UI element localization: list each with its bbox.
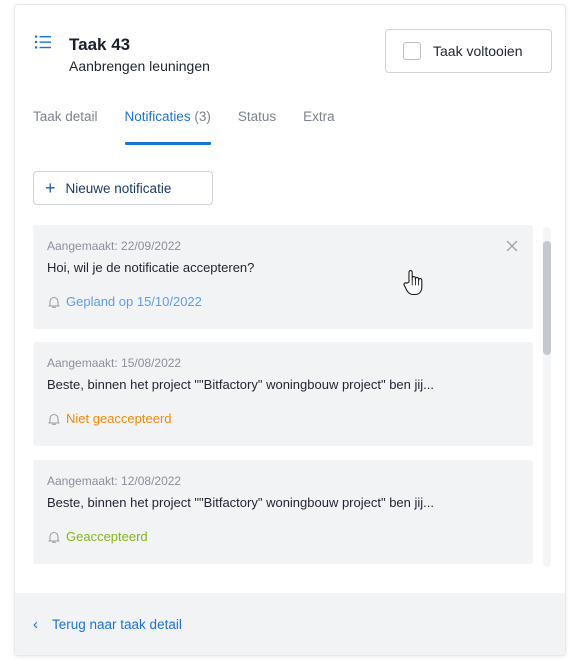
list-icon	[35, 35, 51, 49]
bell-icon	[47, 412, 61, 426]
notification-status: Gepland op 15/10/2022	[47, 294, 519, 309]
notification-message: Beste, binnen het project ""Bitfactory" …	[47, 377, 435, 392]
close-icon[interactable]	[505, 239, 519, 253]
plus-icon: +	[45, 178, 56, 198]
task-title: Taak 43	[69, 35, 131, 54]
notification-card[interactable]: Aangemaakt: 12/08/2022 Beste, binnen het…	[33, 460, 533, 564]
notification-card[interactable]: Aangemaakt: 22/09/2022 Hoi, wil je de no…	[33, 225, 533, 329]
notification-status-text: Niet geaccepteerd	[66, 411, 172, 426]
tab-label: Taak detail	[33, 109, 98, 124]
hand-pointer-icon	[402, 269, 424, 297]
bell-icon	[47, 530, 61, 544]
scrollbar[interactable]	[543, 227, 551, 567]
back-label: Terug naar taak detail	[52, 616, 182, 632]
notification-status: Niet geaccepteerd	[47, 411, 519, 426]
tab-bar: Taak detail Notificaties (3) Status Extr…	[33, 109, 362, 145]
tab-label: Notificaties	[124, 109, 191, 124]
notification-created: Aangemaakt: 15/08/2022	[47, 356, 182, 370]
new-notification-button[interactable]: + Nieuwe notificatie	[33, 171, 213, 205]
complete-task-checkbox[interactable]	[403, 42, 421, 60]
tab-status[interactable]: Status	[238, 109, 276, 141]
tab-extra[interactable]: Extra	[303, 109, 335, 141]
task-header: Taak 43 Aanbrengen leuningen Taak voltoo…	[15, 5, 565, 95]
task-subtitle: Aanbrengen leuningen	[69, 58, 210, 74]
tab-notifications[interactable]: Notificaties (3)	[124, 109, 212, 145]
notification-message: Hoi, wil je de notificatie accepteren?	[47, 260, 255, 275]
complete-task-button[interactable]: Taak voltooien	[385, 29, 552, 73]
notification-message: Beste, binnen het project ""Bitfactory" …	[47, 495, 435, 510]
notification-created: Aangemaakt: 22/09/2022	[47, 239, 182, 253]
tab-label: Status	[237, 109, 277, 124]
notification-card[interactable]: Aangemaakt: 15/08/2022 Beste, binnen het…	[33, 342, 533, 446]
notification-created: Aangemaakt: 12/08/2022	[47, 474, 182, 488]
tab-task-detail[interactable]: Taak detail	[33, 109, 98, 141]
notification-status: Geaccepteerd	[47, 529, 519, 544]
bell-icon	[47, 295, 61, 309]
scrollbar-thumb[interactable]	[543, 241, 551, 355]
complete-task-label: Taak voltooien	[433, 43, 523, 59]
new-notification-label: Nieuwe notificatie	[65, 180, 172, 196]
back-to-task-detail-button[interactable]: ‹ Terug naar taak detail	[15, 593, 565, 655]
chevron-left-icon: ‹	[33, 615, 38, 633]
notification-status-text: Gepland op 15/10/2022	[66, 294, 202, 309]
tab-label: Extra	[303, 109, 335, 124]
task-panel: Taak 43 Aanbrengen leuningen Taak voltoo…	[14, 4, 566, 656]
tab-count: (3)	[194, 109, 211, 124]
notification-status-text: Geaccepteerd	[66, 529, 148, 544]
